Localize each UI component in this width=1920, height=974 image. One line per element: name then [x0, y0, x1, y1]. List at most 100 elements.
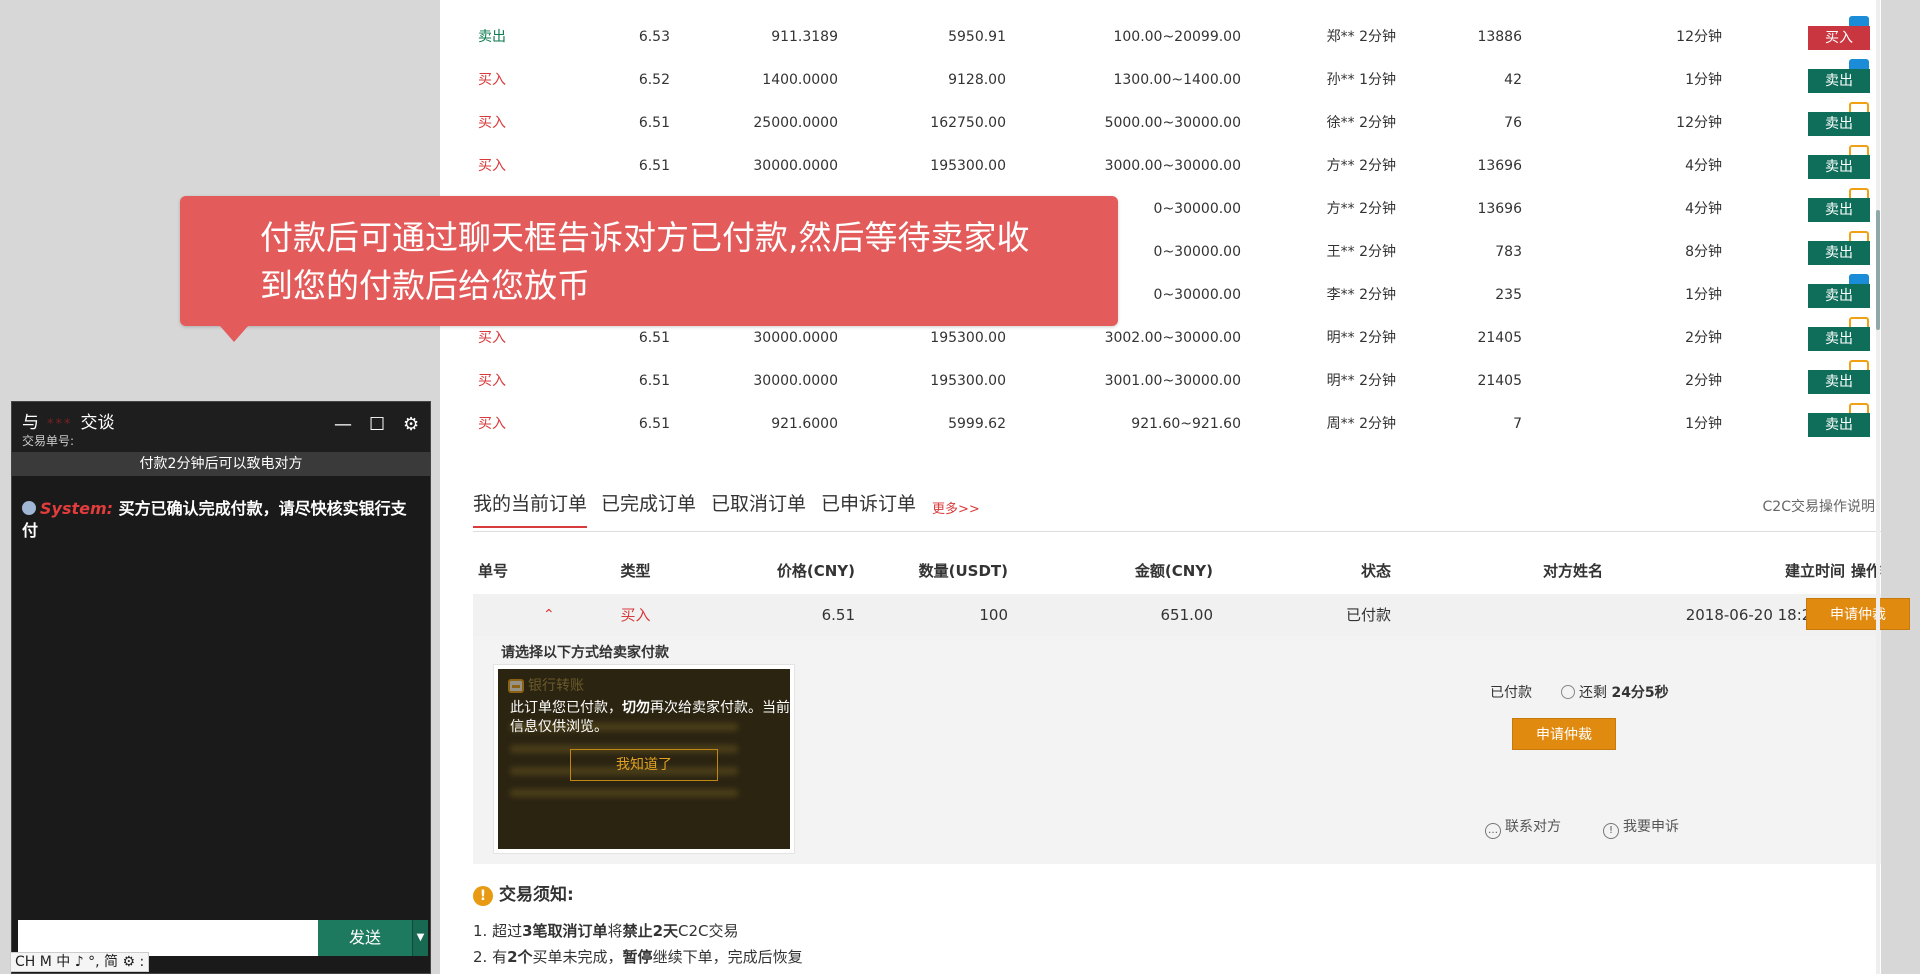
payment-instructions: 请选择以下方式给卖家付款 [501, 645, 669, 661]
sell-button[interactable]: 卖出 [1808, 112, 1870, 136]
row-time: 2分钟 [1685, 330, 1722, 346]
chat-bubble-icon: … [1485, 823, 1501, 839]
row-limit: 100.00~20099.00 [1113, 29, 1241, 45]
row-price: 6.51 [638, 416, 670, 432]
row-qty: 30000.0000 [753, 158, 838, 174]
row-user: 郑** 2分钟 [1326, 29, 1396, 45]
row-qty: 30000.0000 [753, 373, 838, 389]
row-count: 13696 [1477, 158, 1522, 174]
sell-button[interactable]: 卖出 [1808, 198, 1870, 222]
row-qty: 25000.0000 [753, 115, 838, 131]
tab-completed-orders[interactable]: 已完成订单 [601, 488, 696, 520]
tab-appealed-orders[interactable]: 已申诉订单 [821, 488, 916, 520]
order-status: 已付款 [1345, 606, 1391, 624]
row-limit: 921.60~921.60 [1131, 416, 1241, 432]
chat-input[interactable] [18, 920, 318, 956]
notice-item-1: 1. 超过3笔取消订单将禁止2天C2C交易 [473, 922, 739, 940]
contact-counterparty[interactable]: … 联系对方 [1485, 816, 1561, 839]
sell-button[interactable]: 卖出 [1808, 413, 1870, 437]
countdown: 还剩 24分5秒 [1561, 682, 1669, 702]
row-price: 6.51 [638, 115, 670, 131]
file-complaint[interactable]: ! 我要申诉 [1603, 816, 1679, 839]
row-time: 8分钟 [1685, 244, 1722, 260]
row-user: 王** 2分钟 [1326, 244, 1396, 260]
row-count: 235 [1495, 287, 1522, 303]
page-scrollbar[interactable] [1876, 0, 1880, 974]
row-count: 76 [1504, 115, 1522, 131]
sell-button[interactable]: 卖出 [1808, 327, 1870, 351]
row-type: 买入 [478, 115, 506, 131]
main-panel: 卖出 6.53 911.3189 5950.91 100.00~20099.00 郑** … [440, 0, 1910, 974]
row-user: 明** 2分钟 [1326, 330, 1396, 346]
chevron-up-icon[interactable]: ⌃ [543, 594, 555, 636]
row-time: 12分钟 [1676, 29, 1722, 45]
row-user: 徐** 2分钟 [1326, 115, 1396, 131]
got-it-button[interactable]: 我知道了 [570, 749, 718, 781]
row-count: 783 [1495, 244, 1522, 260]
minimize-icon[interactable]: — [334, 414, 352, 435]
clock-icon [1561, 685, 1575, 699]
detail-status: 已付款 [1490, 685, 1532, 701]
chat-title: 与 *** 交谈 [22, 413, 115, 433]
scrollbar-thumb[interactable] [1876, 210, 1880, 330]
row-type: 卖出 [478, 29, 506, 45]
row-price: 6.51 [638, 158, 670, 174]
row-limit: 3000.00~30000.00 [1104, 158, 1241, 174]
row-price: 6.53 [638, 29, 670, 45]
row-count: 13886 [1477, 29, 1522, 45]
row-time: 12分钟 [1676, 115, 1722, 131]
row-type: 买入 [478, 416, 506, 432]
bank-card: 银行转账 此订单您已付款，切勿再次给卖家付款。当前信息仅供浏览。 我知道了 [493, 664, 795, 854]
system-message: System: 买方已确认完成付款，请尽快核实银行支付 [22, 499, 407, 540]
row-time: 4分钟 [1685, 201, 1722, 217]
tab-cancelled-orders[interactable]: 已取消订单 [711, 488, 806, 520]
order-amount: 651.00 [1160, 606, 1214, 624]
buy-button[interactable]: 买入 [1808, 26, 1870, 50]
send-button[interactable]: 发送 [318, 920, 412, 956]
chat-banner: 付款2分钟后可以致电对方 [12, 452, 430, 476]
row-price: 6.52 [638, 72, 670, 88]
order-row[interactable]: ⌃ 买入 6.51 100 651.00 已付款 2018-06-20 18:2… [473, 594, 1910, 636]
market-row: 买入 6.51 921.6000 5999.62 921.60~921.60 周** 2分… [440, 403, 1881, 446]
row-amount: 195300.00 [930, 373, 1006, 389]
row-user: 方** 2分钟 [1326, 201, 1396, 217]
row-type: 买入 [478, 373, 506, 389]
sell-button[interactable]: 卖出 [1808, 241, 1870, 265]
row-time: 1分钟 [1685, 72, 1722, 88]
sell-button[interactable]: 卖出 [1808, 155, 1870, 179]
maximize-icon[interactable]: ☐ [369, 414, 385, 435]
row-amount: 5950.91 [948, 29, 1006, 45]
row-user: 周** 2分钟 [1326, 416, 1396, 432]
arbitrate-button[interactable]: 申请仲裁 [1806, 598, 1910, 630]
row-count: 42 [1504, 72, 1522, 88]
bank-card-icon [508, 679, 524, 693]
exclamation-icon: ! [1603, 823, 1619, 839]
row-amount: 195300.00 [930, 158, 1006, 174]
row-limit: 3001.00~30000.00 [1104, 373, 1241, 389]
chat-order-label: 交易单号: [22, 434, 75, 448]
order-detail: 请选择以下方式给卖家付款 银行转账 此订单您已付款，切勿再次给卖家付款。当前信息… [473, 636, 1881, 864]
ime-toolbar[interactable]: CH M 中 ♪ °, 简 ⚙ : [10, 952, 150, 972]
order-price: 6.51 [821, 606, 855, 624]
sell-button[interactable]: 卖出 [1808, 284, 1870, 308]
sell-button[interactable]: 卖出 [1808, 370, 1870, 394]
c2c-help-link[interactable]: C2C交易操作说明 [1763, 496, 1875, 516]
row-type: 买入 [478, 158, 506, 174]
more-link[interactable]: 更多>> [932, 498, 980, 517]
send-dropdown-icon[interactable]: ▼ [412, 920, 428, 956]
header-op: 操作 [1850, 562, 1881, 580]
row-user: 孙** 1分钟 [1326, 72, 1396, 88]
row-count: 21405 [1477, 330, 1522, 346]
row-limit: 1300.00~1400.00 [1113, 72, 1241, 88]
header-qty: 数量(USDT) [918, 562, 1008, 580]
bank-transfer-title: 银行转账 [508, 675, 584, 695]
market-row: 卖出 6.53 911.3189 5950.91 100.00~20099.00 郑** … [440, 16, 1881, 59]
tab-current-orders[interactable]: 我的当前订单 [473, 488, 588, 528]
row-time: 1分钟 [1685, 287, 1722, 303]
order-tabs: 我的当前订单 已完成订单 已取消订单 已申诉订单 更多>> C2C交易操作说明 [473, 488, 1881, 532]
gear-icon[interactable]: ⚙ [403, 414, 419, 435]
arbitrate-button-detail[interactable]: 申请仲裁 [1512, 718, 1616, 750]
tooltip-text: 付款后可通过聊天框告诉对方已付款,然后等待卖家收到您的付款后给您放币 [260, 218, 1030, 305]
sell-button[interactable]: 卖出 [1808, 69, 1870, 93]
notice-item-2: 2. 有2个买单未完成，暂停继续下单，完成后恢复 [473, 948, 803, 966]
